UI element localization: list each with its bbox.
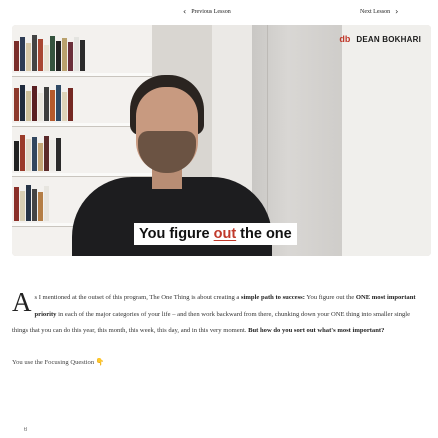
video-caption: You figure out the one — [134, 223, 297, 245]
lesson-article: As I mentioned at the outset of this pro… — [12, 287, 426, 371]
video-player[interactable]: db DEAN BOKHARI — [12, 25, 431, 256]
previous-lesson-label: Previous Lesson — [191, 9, 231, 15]
brand-watermark: db DEAN BOKHARI — [339, 34, 421, 44]
chevron-left-icon: ‹ — [183, 7, 187, 16]
previous-lesson-link[interactable]: ‹ Previous Lesson — [183, 6, 231, 18]
book-row — [14, 83, 73, 121]
brand-name: DEAN BOKHARI — [356, 34, 421, 44]
brand-logo: db — [339, 34, 351, 44]
caption-text-before: You figure — [139, 226, 210, 242]
footer-mark: tl — [24, 427, 28, 433]
pointing-hand-icon: 👇 — [95, 357, 105, 366]
drop-cap: A — [12, 287, 32, 317]
caption-text-after: the one — [240, 226, 292, 242]
book-row — [14, 133, 61, 171]
chevron-right-icon: › — [395, 7, 399, 16]
book-row — [14, 183, 49, 221]
next-lesson-label: Next Lesson — [360, 9, 391, 15]
next-lesson-link[interactable]: Next Lesson › — [360, 6, 398, 18]
intro-paragraph: As I mentioned at the outset of this pro… — [12, 287, 416, 335]
lesson-nav-bar: ‹ Previous Lesson Next Lesson › — [0, 0, 438, 24]
caption-highlight: out — [213, 226, 237, 242]
focusing-question-paragraph: You use the Focusing Question 👇 — [12, 357, 105, 366]
